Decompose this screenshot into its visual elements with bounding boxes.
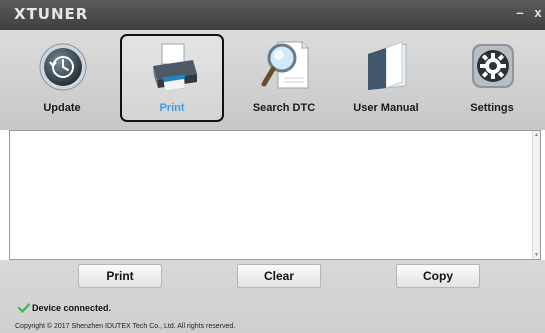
toolbar-item-settings[interactable]: Settings: [446, 36, 538, 120]
scroll-down-arrow-icon[interactable]: ▼: [534, 252, 540, 258]
minimize-button[interactable]: –: [512, 4, 528, 22]
checkmark-icon: [18, 303, 30, 313]
toolbar-item-print[interactable]: Print: [120, 34, 224, 122]
scroll-up-arrow-icon[interactable]: ▲: [534, 132, 540, 138]
toolbar-item-label: Settings: [470, 102, 514, 114]
toolbar-item-user-manual[interactable]: User Manual: [340, 36, 432, 120]
bottom-panel: Print Clear Copy Device connected. Copyr…: [0, 260, 545, 333]
copy-button[interactable]: Copy: [396, 264, 480, 288]
toolbar-item-update[interactable]: Update: [16, 36, 108, 120]
toolbar-item-label: User Manual: [353, 102, 419, 114]
clock-icon: [39, 43, 87, 91]
toolbar-item-label: Update: [43, 102, 81, 114]
toolbar: Update Print Search DTC User Manual Sett…: [0, 30, 545, 130]
status-text: Device connected.: [32, 303, 112, 313]
app-window: XTUNER – x Update Print Search DTC User …: [0, 0, 545, 333]
toolbar-item-search-dtc[interactable]: Search DTC: [238, 36, 330, 120]
toolbar-item-label: Print: [159, 102, 185, 114]
toolbar-item-label: Search DTC: [252, 102, 316, 114]
vertical-scrollbar[interactable]: ▲ ▼: [532, 131, 540, 259]
copyright-text: Copyright © 2017 Shenzhen IDUTEX Tech Co…: [15, 323, 236, 330]
print-button[interactable]: Print: [78, 264, 162, 288]
title-bar[interactable]: XTUNER – x: [0, 0, 545, 30]
status-bar: Device connected.: [18, 303, 111, 313]
gear-icon: [472, 44, 514, 88]
printer-icon: [153, 43, 197, 92]
clear-button[interactable]: Clear: [237, 264, 321, 288]
magnifier-icon: [261, 41, 309, 89]
app-title: XTUNER: [14, 5, 89, 23]
close-button[interactable]: x: [530, 4, 545, 22]
book-icon: [368, 41, 407, 90]
output-textarea[interactable]: ▲ ▼: [9, 130, 541, 260]
